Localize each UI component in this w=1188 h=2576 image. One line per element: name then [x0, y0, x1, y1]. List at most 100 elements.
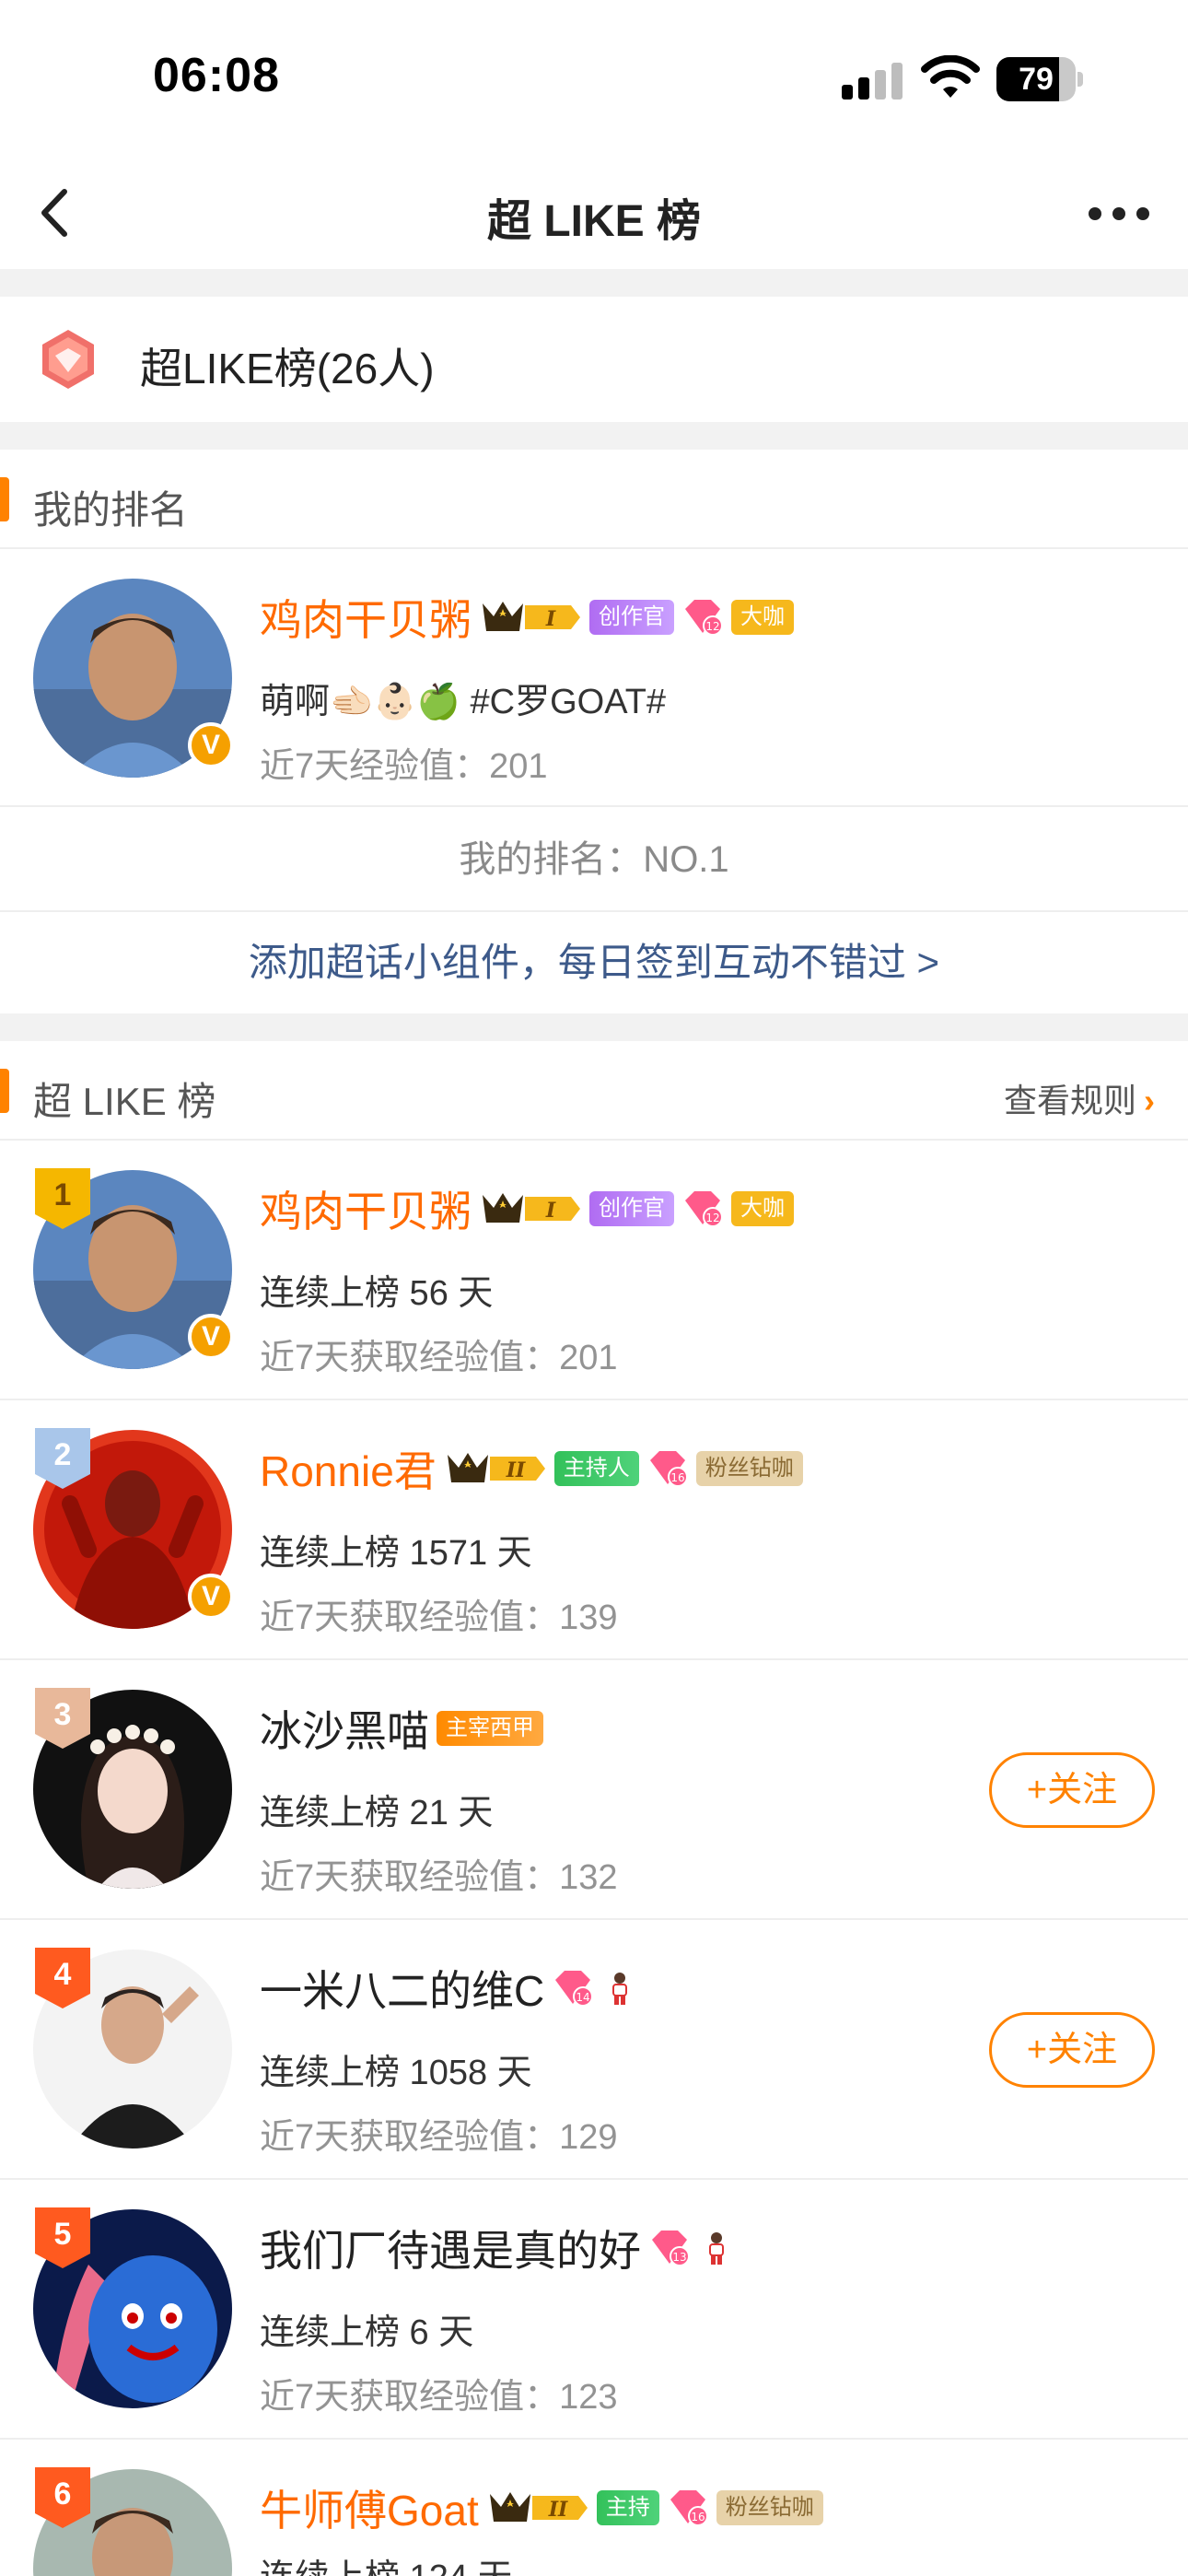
- crown-level-icon: II: [447, 1453, 545, 1482]
- user-name-line: 牛师傅Goat II 主持 16 粉丝钻咖: [260, 2480, 823, 2535]
- my-rank-row[interactable]: V 鸡肉干贝粥 I 创作官 12 大咖 萌啊🫲🏻👶🏻🍏 #C罗GOAT# 近7天…: [0, 549, 1188, 807]
- svg-text:2: 2: [54, 1437, 72, 1472]
- fan-level-gem-icon: 16: [646, 1449, 689, 1488]
- super-topic-gem-icon: [42, 330, 94, 389]
- user-name[interactable]: 我们厂待遇是真的好: [260, 2218, 641, 2278]
- user-name-line: 鸡肉干贝粥 I 创作官 12 大咖: [260, 590, 794, 645]
- list-item[interactable]: 3 冰沙黑喵 主宰西甲 连续上榜 21 天 近7天获取经验值：132 +关注: [0, 1660, 1188, 1920]
- svg-text:16: 16: [691, 2511, 705, 2523]
- svg-text:3: 3: [54, 1697, 72, 1732]
- battery-icon: 79: [996, 57, 1083, 101]
- player-figure-icon: [709, 2232, 724, 2265]
- more-options-icon[interactable]: [1077, 184, 1160, 240]
- streak-text: 连续上榜 124 天: [260, 2548, 513, 2576]
- exp-text: 近7天获取经验值：123: [260, 2378, 618, 2417]
- vip-tag: 大咖: [731, 600, 794, 635]
- list-item[interactable]: 6 牛师傅Goat II 主持 16 粉丝钻咖 连续上榜 124 天: [0, 2440, 1188, 2576]
- svg-text:1: 1: [54, 1177, 72, 1212]
- svg-text:II: II: [505, 1458, 525, 1482]
- board-header: 超 LIKE 榜 查看规则 ›: [0, 1041, 1188, 1141]
- svg-text:5: 5: [54, 2217, 72, 2252]
- divider: [0, 1013, 1188, 1041]
- svg-text:6: 6: [54, 2476, 72, 2512]
- verified-badge-icon: V: [188, 1314, 234, 1360]
- list-item[interactable]: 5 我们厂待遇是真的好 13 连续上榜 6 天 近7天获取经验值：123: [0, 2180, 1188, 2440]
- my-rank-text: 我的排名：NO.1: [0, 807, 1188, 912]
- vip-tag: 大咖: [731, 1191, 794, 1226]
- user-name-line: 冰沙黑喵 主宰西甲: [260, 1701, 543, 1756]
- list-item[interactable]: 2 V Ronnie君 II 主持人 16 粉丝钻咖 连续上榜 1571 天 近…: [0, 1400, 1188, 1660]
- fan-level-gem-icon: 14: [552, 1969, 594, 2008]
- rank-badge-bronze: 3: [35, 1688, 90, 1749]
- user-name-line: 一米八二的维C 14: [260, 1961, 638, 2016]
- fan-level-gem-icon: 16: [667, 2488, 709, 2527]
- page-title: 超 LIKE 榜: [486, 197, 701, 246]
- exp-text: 近7天获取经验值：139: [260, 1598, 618, 1637]
- team-tag: 主宰西甲: [437, 1711, 543, 1746]
- view-rules-link[interactable]: 查看规则 ›: [1004, 1074, 1155, 1122]
- list-item[interactable]: 1 V 鸡肉干贝粥 I 创作官 12 大咖 连续上榜 56 天 近7天获取经验值…: [0, 1141, 1188, 1400]
- nav-bar: 超 LIKE 榜: [0, 157, 1188, 269]
- my-rank-header: 我的排名: [0, 450, 1188, 549]
- exp-text: 近7天获取经验值：201: [260, 1339, 618, 1377]
- wifi-icon: [921, 55, 980, 98]
- rank-badge-gold: 1: [35, 1168, 90, 1229]
- topic-row[interactable]: 超LIKE榜(26人): [0, 297, 1188, 422]
- rank-badge: 6: [35, 2467, 90, 2528]
- svg-text:12: 12: [705, 620, 719, 633]
- host-tag: 主持人: [553, 1451, 639, 1486]
- status-time: 06:08: [153, 49, 280, 102]
- user-name-line: 我们厂待遇是真的好 13: [260, 2220, 735, 2276]
- svg-text:4: 4: [54, 1957, 72, 1992]
- fan-level-gem-icon: 12: [681, 598, 724, 637]
- divider: [0, 269, 1188, 297]
- user-name-line: Ronnie君 II 主持人 16 粉丝钻咖: [260, 1441, 803, 1496]
- add-widget-link[interactable]: 添加超话小组件，每日签到互动不错过 >: [0, 912, 1188, 1013]
- svg-text:16: 16: [670, 1471, 684, 1484]
- exp-text: 近7天获取经验值：129: [260, 2118, 618, 2157]
- user-exp: 近7天经验值：201: [260, 747, 548, 786]
- list-item[interactable]: 4 一米八二的维C 14 连续上榜 1058 天 近7天获取经验值：129 +关…: [0, 1920, 1188, 2180]
- user-name-line: 鸡肉干贝粥 I 创作官 12 大咖: [260, 1181, 794, 1236]
- streak-text: 连续上榜 56 天: [260, 1274, 494, 1313]
- cellular-signal-icon: [842, 63, 908, 100]
- divider: [0, 422, 1188, 450]
- follow-button[interactable]: +关注: [989, 2012, 1155, 2088]
- crown-level-icon: I: [483, 602, 580, 631]
- follow-button[interactable]: +关注: [989, 1752, 1155, 1828]
- host-tag: 主持: [596, 2490, 659, 2525]
- fan-level-gem-icon: 12: [681, 1189, 724, 1228]
- battery-percent: 79: [1019, 62, 1054, 97]
- user-name[interactable]: 冰沙黑喵: [260, 1698, 429, 1759]
- user-name[interactable]: 牛师傅Goat: [260, 2477, 479, 2538]
- streak-text: 连续上榜 1571 天: [260, 1534, 532, 1573]
- fan-level-gem-icon: 13: [648, 2229, 691, 2267]
- verified-badge-icon: V: [188, 722, 234, 768]
- user-name[interactable]: 鸡肉干贝粥: [260, 587, 472, 648]
- user-name[interactable]: 一米八二的维C: [260, 1958, 544, 2019]
- streak-text: 连续上榜 6 天: [260, 2313, 474, 2352]
- chevron-right-icon: ›: [1144, 1082, 1155, 1119]
- exp-text: 近7天获取经验值：132: [260, 1858, 618, 1897]
- fan-diamond-tag: 粉丝钻咖: [716, 2490, 823, 2525]
- streak-text: 连续上榜 1058 天: [260, 2054, 532, 2092]
- crown-level-icon: II: [489, 2492, 588, 2522]
- svg-text:I: I: [545, 1199, 556, 1223]
- player-figure-icon: [612, 1973, 628, 2005]
- svg-text:II: II: [547, 2498, 567, 2522]
- section-title: 我的排名: [33, 488, 189, 532]
- creator-tag: 创作官: [589, 1191, 674, 1226]
- user-name[interactable]: Ronnie君: [260, 1438, 437, 1499]
- rank-badge-silver: 2: [35, 1428, 90, 1489]
- topic-label: 超LIKE榜(26人): [140, 345, 435, 392]
- crown-level-icon: I: [483, 1193, 580, 1223]
- verified-badge-icon: V: [188, 1574, 234, 1620]
- creator-tag: 创作官: [589, 600, 674, 635]
- user-bio: 萌啊🫲🏻👶🏻🍏 #C罗GOAT#: [260, 683, 667, 721]
- user-name[interactable]: 鸡肉干贝粥: [260, 1178, 472, 1239]
- rank-badge: 5: [35, 2207, 90, 2268]
- status-bar: 06:08 79: [0, 0, 1188, 157]
- svg-text:I: I: [545, 607, 556, 631]
- svg-text:12: 12: [705, 1212, 719, 1224]
- svg-text:13: 13: [672, 2251, 686, 2264]
